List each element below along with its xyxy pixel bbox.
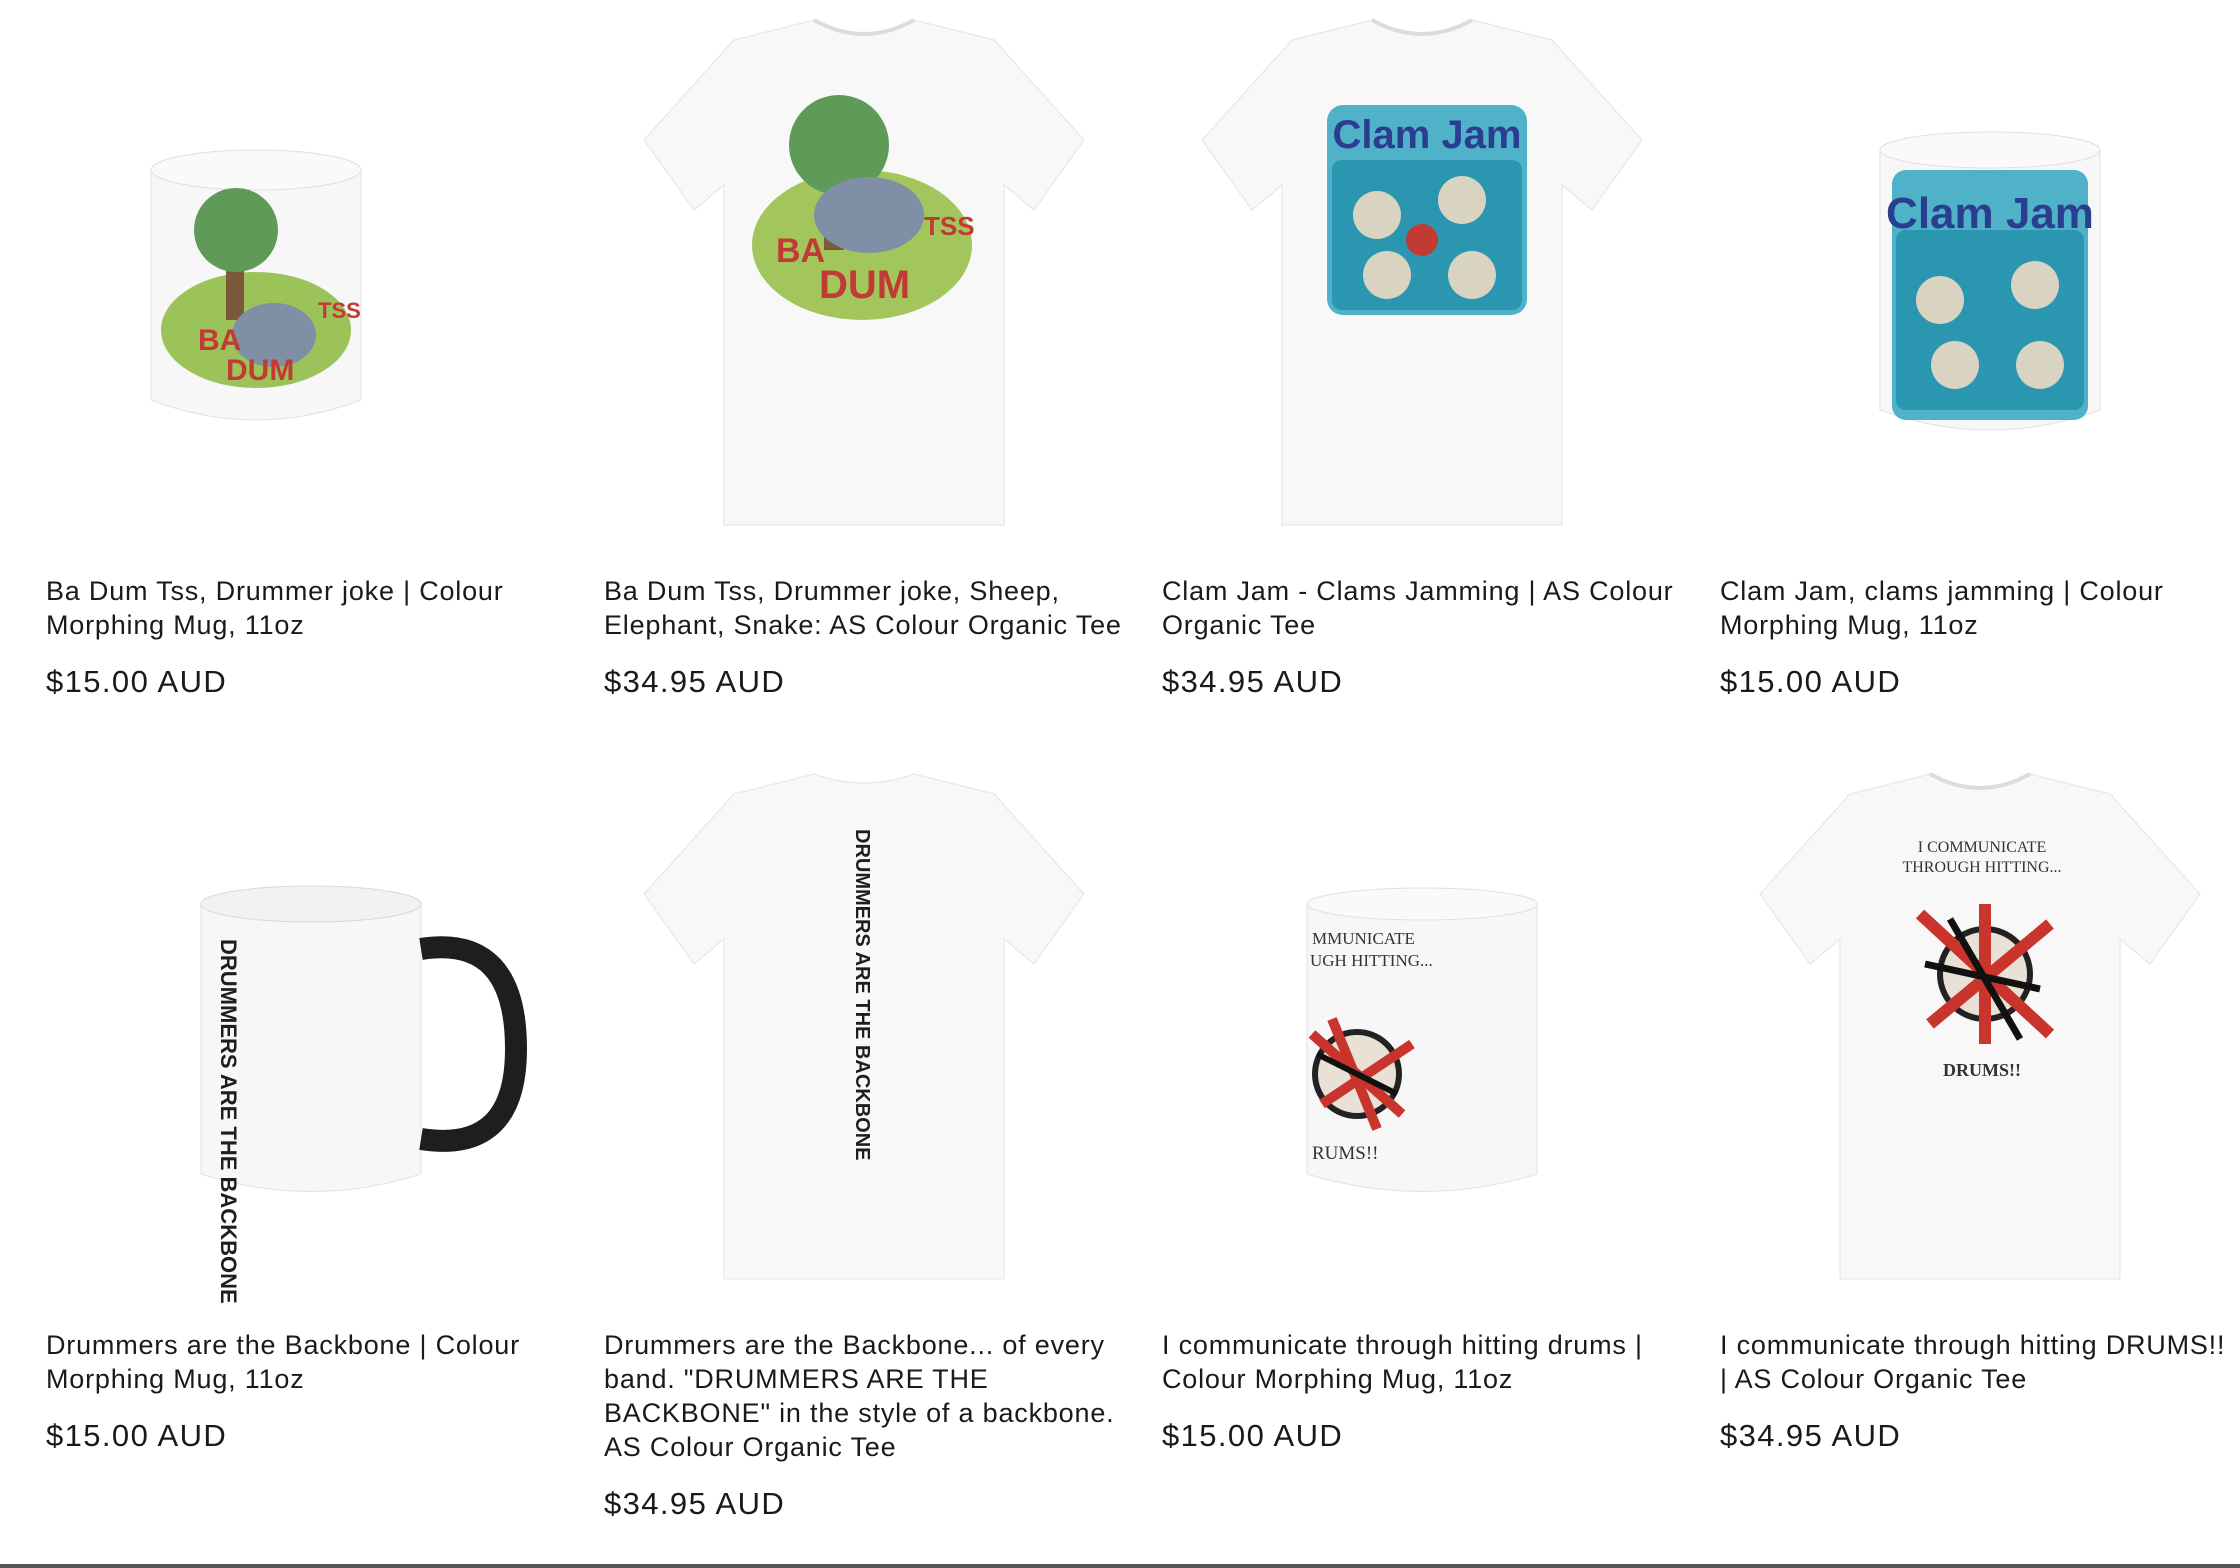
print-text: DRUMMERS ARE THE BACKBONE xyxy=(851,829,873,1160)
product-image-communicate-tee[interactable]: I COMMUNICATE THROUGH HITTING... DRUMS!! xyxy=(1720,754,2240,1314)
print-text: RUMS!! xyxy=(1312,1143,1379,1164)
print-text: BA xyxy=(776,232,825,270)
product-image-backbone-tee[interactable]: DRUMMERS ARE THE BACKBONE xyxy=(604,754,1124,1314)
product-title[interactable]: Drummers are the Backbone... of every ba… xyxy=(604,1314,1124,1464)
product-card[interactable]: I COMMUNICATE THROUGH HITTING... DRUMS!!… xyxy=(1720,754,2240,1522)
product-price: $34.95 AUD xyxy=(604,664,786,699)
product-price: $15.00 AUD xyxy=(46,664,228,699)
product-image-ba-dum-tss-tee[interactable]: BA DUM TSS xyxy=(604,0,1124,560)
product-card[interactable]: DRUMMERS ARE THE BACKBONE Drummers are t… xyxy=(604,754,1124,1522)
product-title[interactable]: I communicate through hitting drums | Co… xyxy=(1162,1314,1682,1396)
print-text: MMUNICATE xyxy=(1312,929,1415,948)
window-bottom-edge xyxy=(0,1564,2240,1568)
print-text: DRUMMERS ARE THE BACKBONE xyxy=(216,939,241,1304)
print-text: Clam Jam xyxy=(1333,113,1522,157)
print-text: BA xyxy=(198,324,241,357)
product-image-communicate-mug[interactable]: MMUNICATE UGH HITTING... RUMS!! xyxy=(1162,754,1682,1314)
print-text: TSS xyxy=(318,298,361,323)
product-price: $15.00 AUD xyxy=(1720,664,1902,699)
product-title[interactable]: Drummers are the Backbone | Colour Morph… xyxy=(46,1314,566,1396)
product-card[interactable]: BA DUM TSS Ba Dum Tss, Drummer joke | Co… xyxy=(46,0,566,700)
product-title[interactable]: I communicate through hitting DRUMS!! | … xyxy=(1720,1314,2240,1396)
product-image-ba-dum-tss-mug[interactable]: BA DUM TSS xyxy=(46,0,566,560)
product-card[interactable]: DRUMMERS ARE THE BACKBONE Drummers are t… xyxy=(46,754,566,1522)
product-price: $34.95 AUD xyxy=(1162,664,1344,699)
print-text: Clam Jam xyxy=(1886,189,2094,238)
product-price: $15.00 AUD xyxy=(1162,1418,1344,1453)
product-card[interactable]: Clam Jam Clam Jam - Clams Jamming | AS C… xyxy=(1162,0,1682,700)
product-title[interactable]: Ba Dum Tss, Drummer joke | Colour Morphi… xyxy=(46,560,566,642)
print-text: DUM xyxy=(819,263,910,307)
print-text: DRUMS!! xyxy=(1943,1060,2021,1080)
print-text: TSS xyxy=(924,211,975,241)
product-card[interactable]: BA DUM TSS Ba Dum Tss, Drummer joke, She… xyxy=(604,0,1124,700)
product-card[interactable]: Clam Jam Clam Jam, clams jamming | Colou… xyxy=(1720,0,2240,700)
product-image-clam-jam-tee[interactable]: Clam Jam xyxy=(1162,0,1682,560)
product-image-clam-jam-mug[interactable]: Clam Jam xyxy=(1720,0,2240,560)
product-title[interactable]: Clam Jam, clams jamming | Colour Morphin… xyxy=(1720,560,2240,642)
print-text: UGH HITTING... xyxy=(1310,951,1433,970)
product-price: $15.00 AUD xyxy=(46,1418,228,1453)
product-price: $34.95 AUD xyxy=(604,1486,786,1521)
print-text: DUM xyxy=(226,354,294,387)
product-card[interactable]: MMUNICATE UGH HITTING... RUMS!! I commun… xyxy=(1162,754,1682,1522)
product-image-backbone-mug[interactable]: DRUMMERS ARE THE BACKBONE xyxy=(46,754,566,1314)
print-text: THROUGH HITTING... xyxy=(1902,859,2061,876)
print-text: I COMMUNICATE xyxy=(1918,839,2046,856)
product-price: $34.95 AUD xyxy=(1720,1418,1902,1453)
product-title[interactable]: Ba Dum Tss, Drummer joke, Sheep, Elephan… xyxy=(604,560,1124,642)
product-title[interactable]: Clam Jam - Clams Jamming | AS Colour Org… xyxy=(1162,560,1682,642)
product-grid: BA DUM TSS Ba Dum Tss, Drummer joke | Co… xyxy=(46,0,2224,1522)
